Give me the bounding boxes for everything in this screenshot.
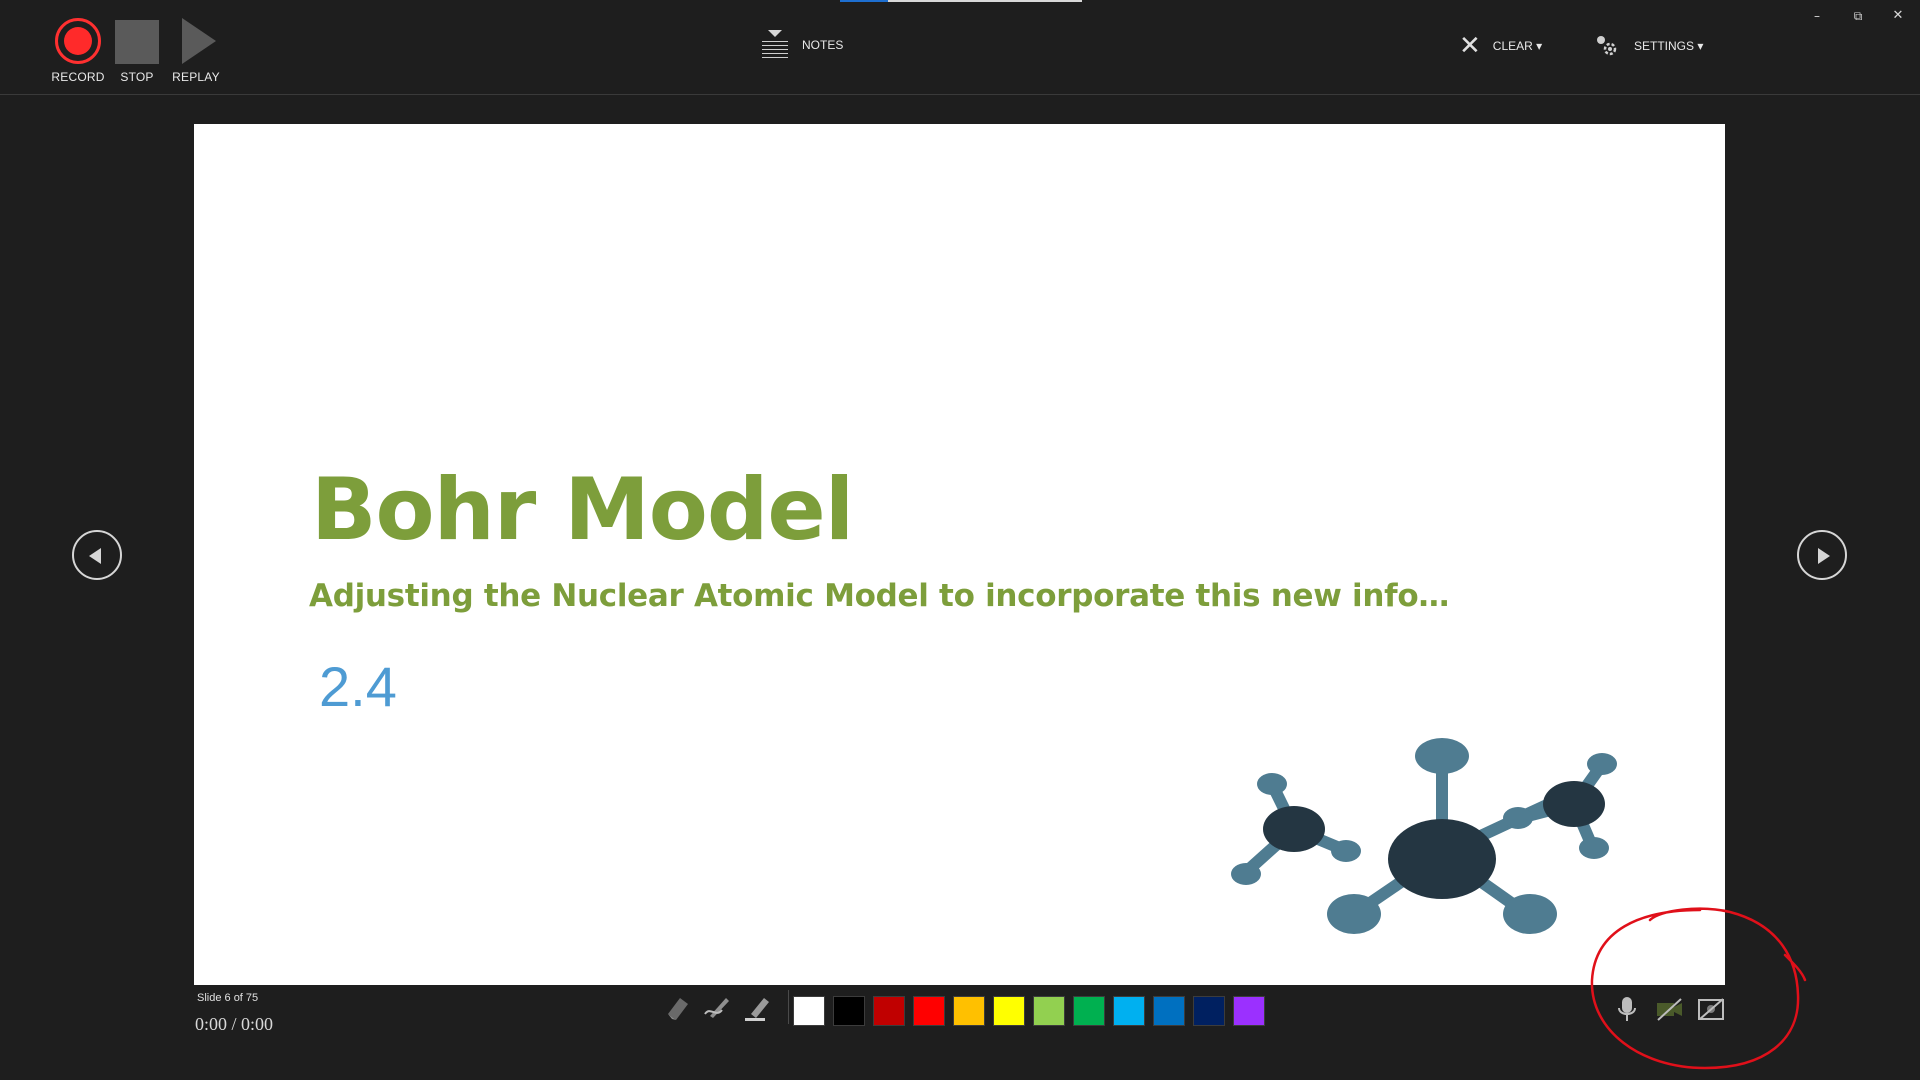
camera-off-icon[interactable]: [1654, 994, 1684, 1024]
color-swatch-red[interactable]: [913, 996, 945, 1026]
notes-icon: [760, 30, 788, 60]
stop-label: STOP: [120, 70, 154, 84]
color-swatch-purple[interactable]: [1233, 996, 1265, 1026]
settings-label: SETTINGS ▾: [1634, 39, 1704, 53]
settings-button[interactable]: SETTINGS ▾: [1594, 34, 1703, 58]
color-swatch-light-green[interactable]: [1033, 996, 1065, 1026]
slide-counter: Slide 6 of 75: [197, 992, 259, 1004]
arrow-left-icon: [89, 548, 101, 564]
media-controls: [1612, 994, 1726, 1024]
clear-x-icon: ✕: [1459, 31, 1481, 61]
toolbar-divider: [788, 990, 789, 1024]
gear-icon: [1597, 36, 1617, 56]
pen-icon[interactable]: [702, 992, 732, 1022]
pen-tools: [662, 990, 795, 1024]
microphone-icon[interactable]: [1612, 994, 1642, 1024]
record-icon: [55, 18, 101, 64]
color-swatch-white[interactable]: [793, 996, 825, 1026]
recording-timer: 0:00 / 0:00: [195, 1014, 274, 1034]
notes-label: NOTES: [802, 38, 844, 52]
ink-color-palette: [793, 996, 1265, 1026]
replay-label: REPLAY: [172, 70, 220, 84]
recording-toolbar: RECORD STOP REPLAY NOTES ✕ CLEAR ▾ SETTI…: [0, 0, 1920, 95]
previous-slide-button[interactable]: [72, 530, 122, 580]
color-swatch-black[interactable]: [833, 996, 865, 1026]
color-swatch-blue[interactable]: [1153, 996, 1185, 1026]
record-button[interactable]: RECORD: [48, 18, 108, 84]
eraser-icon[interactable]: [662, 992, 692, 1022]
notes-button[interactable]: NOTES: [760, 30, 843, 60]
molecule-illustration: [1231, 738, 1617, 934]
color-swatch-yellow[interactable]: [993, 996, 1025, 1026]
slide-canvas: Bohr Model Adjusting the Nuclear Atomic …: [194, 124, 1725, 985]
stop-button[interactable]: STOP: [107, 18, 167, 84]
color-swatch-orange[interactable]: [953, 996, 985, 1026]
replay-button[interactable]: REPLAY: [166, 18, 226, 84]
next-slide-button[interactable]: [1797, 530, 1847, 580]
slide-title: Bohr Model: [311, 460, 854, 560]
record-label: RECORD: [51, 70, 105, 84]
color-swatch-dark-red[interactable]: [873, 996, 905, 1026]
slide-section-number: 2.4: [319, 655, 397, 718]
color-swatch-light-blue[interactable]: [1113, 996, 1145, 1026]
play-icon: [182, 18, 216, 64]
slide-subtitle: Adjusting the Nuclear Atomic Model to in…: [309, 578, 1450, 614]
stop-icon: [115, 20, 159, 64]
color-swatch-dark-blue[interactable]: [1193, 996, 1225, 1026]
clear-label: CLEAR ▾: [1492, 39, 1543, 53]
clear-button[interactable]: ✕ CLEAR ▾: [1459, 31, 1543, 61]
camera-preview-off-icon[interactable]: [1696, 994, 1726, 1024]
highlighter-icon[interactable]: [742, 992, 772, 1022]
arrow-right-icon: [1818, 548, 1830, 564]
color-swatch-green[interactable]: [1073, 996, 1105, 1026]
